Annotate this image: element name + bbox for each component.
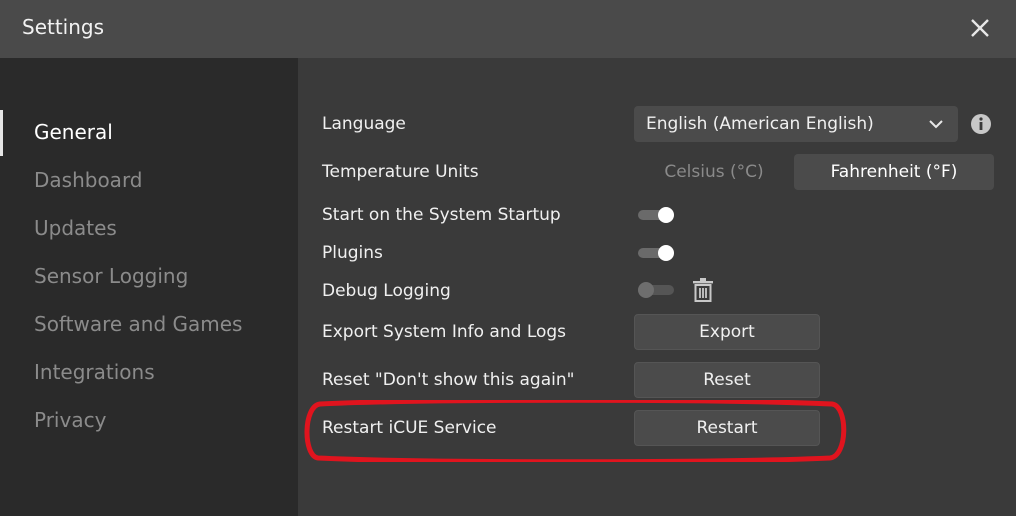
restart-button[interactable]: Restart [634,410,820,446]
reset-label: Reset "Don't show this again" [322,370,575,390]
sidebar-item-updates[interactable]: Updates [34,216,117,240]
active-indicator [0,110,3,156]
sidebar-item-general[interactable]: General [34,120,113,144]
chevron-down-icon [929,120,943,129]
restart-label: Restart iCUE Service [322,418,497,438]
sidebar-item-dashboard[interactable]: Dashboard [34,168,143,192]
debug-logging-label: Debug Logging [322,281,451,301]
sidebar-item-privacy[interactable]: Privacy [34,408,106,432]
info-icon[interactable] [970,113,992,135]
language-label: Language [322,114,406,134]
toggle-knob [658,207,674,223]
sidebar-item-software-and-games[interactable]: Software and Games [34,312,242,336]
celsius-option[interactable]: Celsius (°C) [634,154,794,190]
export-button[interactable]: Export [634,314,820,350]
close-icon [971,19,989,37]
debug-logging-toggle[interactable] [638,282,676,298]
export-label: Export System Info and Logs [322,322,567,342]
language-dropdown[interactable]: English (American English) [634,106,958,142]
trash-icon[interactable] [692,278,714,302]
plugins-toggle[interactable] [638,245,676,261]
startup-toggle[interactable] [638,207,676,223]
window-title: Settings [22,15,105,39]
fahrenheit-option[interactable]: Fahrenheit (°F) [794,154,994,190]
startup-label: Start on the System Startup [322,205,561,225]
sidebar-item-integrations[interactable]: Integrations [34,360,155,384]
plugins-label: Plugins [322,243,383,263]
toggle-knob [658,245,674,261]
temperature-units-label: Temperature Units [322,162,479,182]
toggle-knob [638,282,654,298]
language-value: English (American English) [646,114,874,134]
sidebar-item-sensor-logging[interactable]: Sensor Logging [34,264,188,288]
close-button[interactable] [962,10,998,46]
title-bar: Settings [0,0,1016,58]
reset-button[interactable]: Reset [634,362,820,398]
